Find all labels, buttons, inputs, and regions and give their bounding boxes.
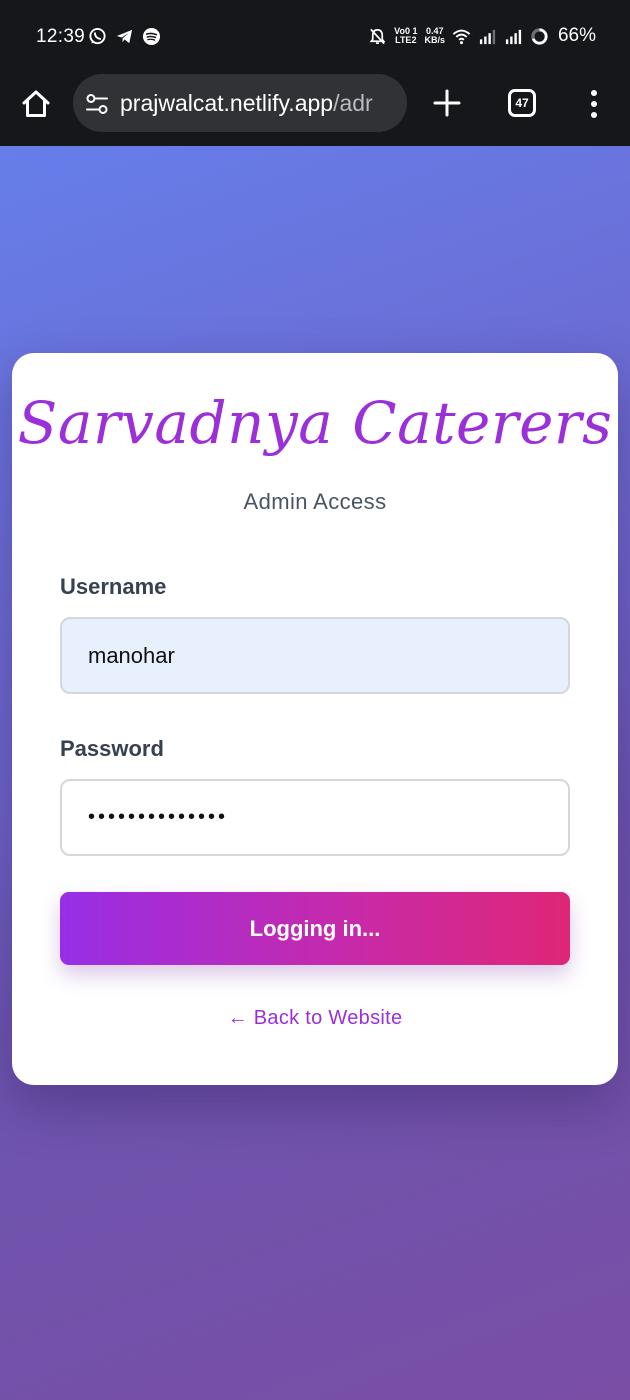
back-to-website-link[interactable]: ← Back to Website bbox=[12, 1007, 618, 1030]
plus-icon[interactable] bbox=[432, 88, 462, 118]
battery-ring-icon bbox=[531, 27, 548, 45]
telegram-icon bbox=[116, 29, 133, 44]
speed-unit: KB/s bbox=[424, 35, 445, 45]
notification-icons bbox=[88, 27, 161, 46]
url-host: prajwalcat.netlify.app bbox=[120, 90, 334, 116]
volte-icon: Vo0 1 LTE2 bbox=[394, 27, 417, 45]
address-bar[interactable]: prajwalcat.netlify.app/adr bbox=[73, 74, 407, 132]
spotify-icon bbox=[142, 27, 161, 46]
url-path: /adr bbox=[333, 90, 373, 116]
more-menu-icon[interactable] bbox=[588, 89, 600, 119]
status-bar: 12:39 Vo0 1 LTE2 0.47 KB/s 66% bbox=[0, 0, 630, 74]
signal-icon bbox=[479, 29, 496, 44]
login-card: Sarvadnya Caterers Admin Access Username… bbox=[12, 353, 618, 1085]
password-field[interactable]: •••••••••••••• bbox=[60, 779, 570, 856]
password-label: Password bbox=[60, 736, 164, 761]
battery-percent: 66% bbox=[557, 25, 596, 46]
status-time: 12:39 bbox=[36, 26, 86, 47]
signal-icon bbox=[505, 29, 522, 44]
login-button-label: Logging in... bbox=[249, 915, 381, 941]
network-speed: 0.47 KB/s bbox=[424, 27, 445, 45]
url-text: prajwalcat.netlify.app/adr bbox=[120, 90, 373, 117]
home-icon[interactable] bbox=[20, 88, 52, 120]
system-status-icons: Vo0 1 LTE2 0.47 KB/s 66% bbox=[368, 25, 596, 47]
username-label: Username bbox=[60, 574, 167, 599]
tab-count: 47 bbox=[515, 96, 529, 110]
browser-toolbar: prajwalcat.netlify.app/adr 47 bbox=[0, 74, 630, 146]
login-button[interactable]: Logging in... bbox=[60, 892, 570, 965]
page-subtitle: Admin Access bbox=[243, 489, 387, 514]
whatsapp-icon bbox=[89, 27, 106, 45]
tabs-icon[interactable]: 47 bbox=[508, 89, 536, 117]
username-field[interactable]: manohar bbox=[60, 617, 570, 694]
wifi-icon bbox=[452, 29, 471, 44]
brand-logo: Sarvadnya Caterers bbox=[17, 389, 613, 457]
site-settings-icon[interactable] bbox=[85, 93, 109, 115]
bell-off-icon bbox=[369, 28, 386, 44]
lte-label: LTE2 bbox=[395, 35, 417, 45]
